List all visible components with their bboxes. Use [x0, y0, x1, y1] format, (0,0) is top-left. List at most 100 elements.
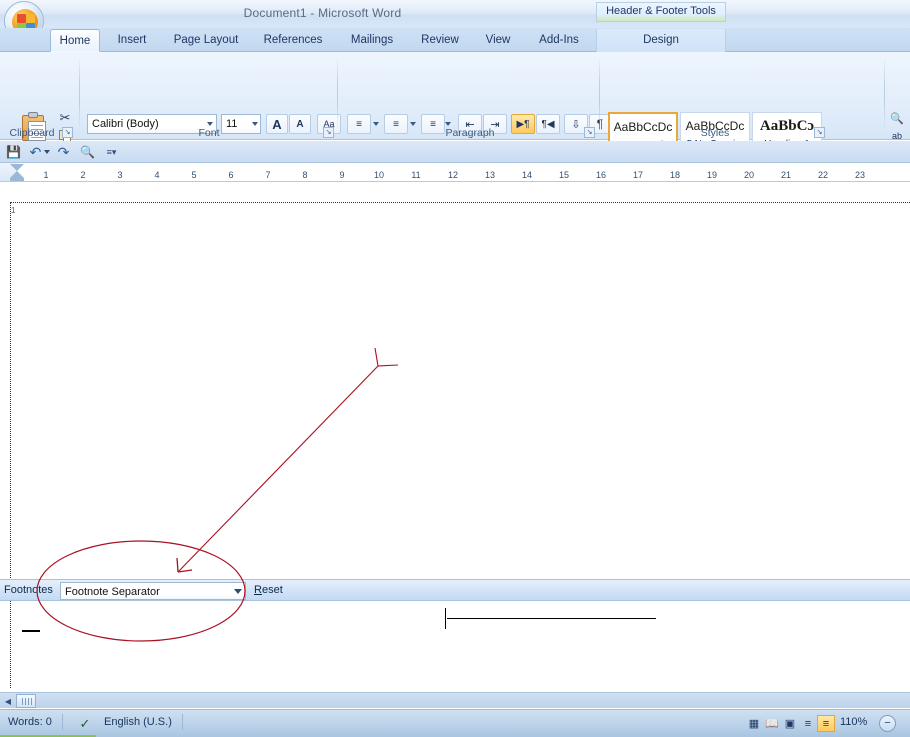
window-title: Document1 - Microsoft Word [243, 6, 402, 20]
reset-accel-letter: R [254, 584, 262, 596]
redo-button[interactable]: ↷ [54, 143, 73, 161]
print-layout-icon: ▦ [748, 718, 760, 730]
ruler-scale: 1 2 3 4 5 6 7 8 9 10 11 12 13 14 15 16 1… [18, 163, 910, 181]
ruler-tick-label: 20 [743, 170, 755, 180]
footnote-type-dropdown-arrow[interactable] [234, 589, 242, 594]
view-button-full-screen-reading[interactable]: 📖 [763, 715, 781, 732]
footnote-reset-button[interactable]: Reset [254, 584, 283, 596]
find-icon: 🔍 [890, 112, 904, 125]
tab-home[interactable]: Home [50, 29, 100, 52]
full-screen-reading-icon: 📖 [765, 718, 779, 730]
text-insertion-caret [445, 608, 446, 629]
view-button-web-layout[interactable]: ▣ [781, 715, 799, 732]
outline-view-icon: ≡ [804, 717, 812, 730]
ruler-tick-label: 14 [521, 170, 533, 180]
footnotes-label: Footnotes [4, 584, 53, 596]
ribbon-group-editing: 🔍 ab ▷ [885, 52, 910, 141]
ribbon-group-label-styles: Styles [700, 127, 730, 139]
tab-references[interactable]: References [254, 29, 332, 52]
tab-page-layout[interactable]: Page Layout [164, 29, 248, 52]
footnote-separator-dash [22, 630, 40, 632]
proofing-errors-icon[interactable]: ✓ [74, 715, 96, 732]
word-count[interactable]: Words: 0 [8, 716, 52, 728]
ruler-tick-label: 22 [817, 170, 829, 180]
ruler-tick-label: 2 [80, 170, 86, 180]
language-indicator[interactable]: English (U.S.) [104, 716, 172, 728]
ruler-tick-label: 12 [447, 170, 459, 180]
view-button-draft[interactable]: ≡ [817, 715, 835, 732]
scissors-icon: ✂ [59, 110, 71, 125]
horizontal-scrollbar[interactable]: ◀ [0, 692, 910, 708]
clipboard-dialog-launcher[interactable]: ↘ [62, 127, 73, 138]
draft-view-icon: ≡ [822, 717, 830, 730]
customize-qat-button[interactable]: ≡▾ [102, 143, 121, 161]
customize-qat-icon: ≡▾ [106, 146, 117, 157]
view-button-outline[interactable]: ≡ [799, 715, 817, 732]
ruler-tick-label: 16 [595, 170, 607, 180]
ruler-tick-label: 5 [191, 170, 197, 180]
web-layout-icon: ▣ [784, 718, 796, 730]
zoom-level[interactable]: 110% [840, 716, 867, 728]
undo-dropdown-arrow[interactable] [44, 150, 50, 154]
tab-design[interactable]: Design [596, 29, 726, 52]
paragraph-dialog-launcher[interactable]: ↘ [584, 127, 595, 138]
document-left-border [10, 202, 11, 688]
reset-label-rest: eset [261, 584, 283, 596]
zoom-out-button[interactable]: − [879, 715, 896, 732]
ruler-tick-label: 8 [302, 170, 308, 180]
tab-view[interactable]: View [476, 29, 520, 52]
ruler-tick-label: 9 [339, 170, 345, 180]
footnote-separator-line [447, 618, 656, 619]
ruler-tick-label: 21 [780, 170, 792, 180]
ribbon-group-clipboard: Paste ✂ 🖌 Clipboard ↘ [0, 52, 80, 162]
indent-marker-icon[interactable] [10, 164, 24, 181]
tab-add-ins[interactable]: Add-Ins [528, 29, 590, 52]
bullets-dropdown-arrow[interactable] [373, 122, 379, 126]
font-size-dropdown-arrow[interactable] [252, 122, 258, 126]
redo-icon: ↷ [57, 143, 70, 160]
tab-insert[interactable]: Insert [106, 29, 158, 52]
ruler-tick-label: 1 [43, 170, 49, 180]
font-name-dropdown-arrow[interactable] [207, 122, 213, 126]
document-canvas[interactable]: 1 [0, 182, 910, 688]
print-preview-button[interactable]: 🔍 [78, 143, 97, 161]
undo-icon: ↶ [29, 143, 42, 160]
ruler-tick-label: 6 [228, 170, 234, 180]
view-button-print-layout[interactable]: ▦ [745, 715, 763, 732]
quick-access-toolbar: 💾 ↶ ↷ 🔍 ≡▾ [0, 141, 910, 163]
styles-dialog-launcher[interactable]: ↘ [814, 127, 825, 138]
footnote-type-dropdown[interactable]: Footnote Separator [60, 582, 246, 600]
undo-button[interactable]: ↶ [26, 143, 45, 161]
ribbon-tab-strip: Home Insert Page Layout References Maili… [0, 28, 910, 52]
ruler-tick-label: 23 [854, 170, 866, 180]
ribbon-group-paragraph: ≡ ≡ ≡ ⇤ ⇥ ▶¶ ¶◀ ⇩ Paragraph ↘ [340, 52, 611, 163]
horizontal-scroll-thumb[interactable] [16, 694, 36, 708]
ruler-tick-label: 11 [411, 170, 421, 180]
cut-button[interactable]: ✂ [56, 109, 74, 126]
title-bar: Document1 - Microsoft Word Header & Foot… [0, 0, 910, 28]
ruler-tick-label: 4 [154, 170, 160, 180]
font-dialog-launcher[interactable]: ↘ [323, 127, 334, 138]
word-application-window: Document1 - Microsoft Word Header & Foot… [0, 0, 910, 737]
replace-icon: ab [891, 131, 902, 140]
footnote-reference-mark: 1 [11, 206, 16, 215]
document-top-border [10, 202, 910, 203]
horizontal-ruler[interactable]: 1 2 3 4 5 6 7 8 9 10 11 12 13 14 15 16 1… [0, 163, 910, 182]
ribbon: Paste ✂ 🖌 Clipboard ↘ Calibri (Body) [0, 52, 910, 163]
replace-button[interactable]: ab [887, 128, 907, 140]
multilevel-dropdown-arrow[interactable] [445, 122, 451, 126]
tab-review[interactable]: Review [412, 29, 468, 52]
ruler-tick-label: 7 [265, 170, 271, 180]
print-preview-icon: 🔍 [80, 145, 95, 159]
ruler-tick-label: 3 [117, 170, 123, 180]
ruler-tick-label: 15 [558, 170, 570, 180]
contextual-tab-label: Header & Footer Tools [596, 2, 726, 22]
footnote-pane-bar: Footnotes Footnote Separator Reset [0, 579, 910, 601]
numbering-dropdown-arrow[interactable] [410, 122, 416, 126]
tab-mailings[interactable]: Mailings [340, 29, 404, 52]
save-button[interactable]: 💾 [4, 143, 23, 161]
find-button[interactable]: 🔍 [887, 110, 907, 126]
scroll-left-button[interactable]: ◀ [1, 694, 15, 708]
save-icon: 💾 [6, 145, 21, 159]
ribbon-group-font: Calibri (Body) 11 A A Aa B I U abc X₂ X²… [80, 52, 341, 163]
